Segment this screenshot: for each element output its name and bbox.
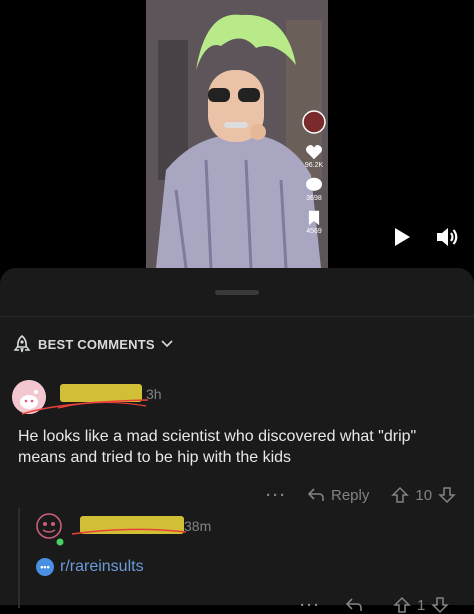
downvote-icon[interactable] [438,486,456,504]
sort-label: BEST COMMENTS [38,336,155,352]
vote-score: 1 [417,596,426,614]
thread-line[interactable] [18,508,20,608]
more-options-icon[interactable]: ··· [266,487,287,504]
comment-action[interactable]: 3698 [300,177,328,202]
comment-bubble-icon [306,177,322,191]
reply-arrow-icon [307,488,324,501]
reply-arrow-icon[interactable] [345,597,363,613]
volume-button[interactable] [434,224,460,255]
vote-score: 10 [415,486,433,504]
share-count: 4569 [306,228,322,235]
avatar[interactable] [34,512,64,546]
creator-avatar[interactable] [300,110,328,136]
redaction-scribble [21,399,149,415]
comment-actions: ··· Reply 10 [266,486,456,504]
share-action[interactable]: 4569 [300,210,328,235]
chevron-down-icon [161,340,173,348]
redaction-scribble [71,528,187,535]
subreddit-icon: ••• [36,558,54,576]
play-button[interactable] [392,227,412,252]
downvote-icon[interactable] [431,596,450,614]
bookmark-icon [308,210,320,226]
more-options-icon[interactable]: ··· [300,597,321,614]
video-player[interactable]: 96.2K 3698 4569 [0,0,474,268]
upvote-icon[interactable] [393,596,411,614]
sheet-drag-handle[interactable] [215,290,259,295]
comment-time: 3h [146,386,162,402]
subreddit-link[interactable]: ••• r/rareinsults [36,558,144,576]
upvote-icon[interactable] [391,486,410,504]
comment-time: 38m [184,518,212,534]
comment-body: He looks like a mad scientist who discov… [18,428,417,466]
reply-button[interactable]: Reply [331,487,369,504]
play-icon [395,228,410,246]
like-count: 96.2K [304,162,324,169]
sheet-divider [0,316,474,317]
like-action[interactable]: 96.2K [300,144,328,169]
creator-avatar-icon [302,110,326,134]
comment-count: 3698 [306,195,322,202]
subreddit-name: r/rareinsults [60,558,144,575]
comment-actions: ··· 1 [300,596,450,614]
rocket-icon [13,334,31,353]
speaker-icon [437,228,458,246]
sort-comments-dropdown[interactable]: BEST COMMENTS [12,334,173,354]
video-side-actions: 96.2K 3698 4569 [300,110,328,243]
heart-icon [306,145,322,160]
comments-sheet: BEST COMMENTS 3h He looks like a mad sci… [0,268,474,614]
